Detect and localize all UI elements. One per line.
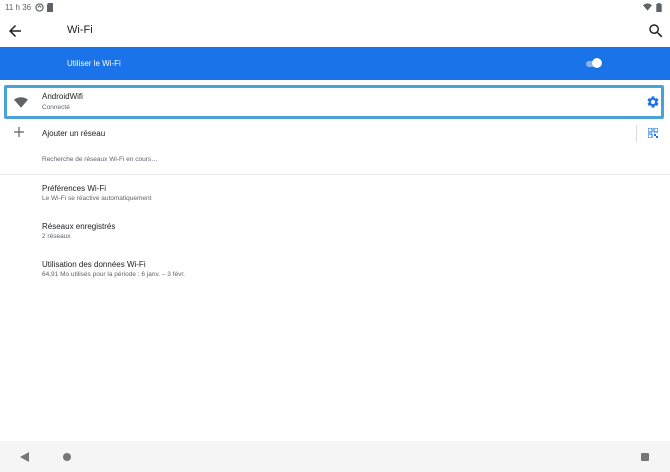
wifi-preferences-subtitle: Le Wi-Fi se réactive automatiquement (42, 195, 152, 202)
add-network-item[interactable]: Ajouter un réseau (0, 122, 670, 146)
nav-home-icon[interactable] (63, 453, 71, 461)
wifi-data-usage-subtitle: 64,91 Mo utilisés pour la période : 6 ja… (42, 271, 185, 278)
network-status: Connecté (42, 104, 70, 111)
saved-networks-title: Réseaux enregistrés (42, 222, 116, 231)
section-divider (0, 174, 670, 175)
use-wifi-label: Utiliser le Wi-Fi (67, 59, 121, 68)
nav-back-icon[interactable] (20, 452, 29, 462)
wifi-preferences-title: Préférences Wi-Fi (42, 184, 107, 193)
wifi-data-usage-title: Utilisation des données Wi-Fi (42, 260, 146, 269)
network-name: AndroidWifi (42, 92, 83, 101)
saved-networks-item[interactable]: Réseaux enregistrés 2 réseaux (0, 218, 670, 246)
wifi-status-icon (643, 3, 652, 11)
qr-divider (636, 125, 637, 142)
page-title: Wi-Fi (67, 24, 93, 36)
toggle-thumb (592, 58, 602, 68)
sd-card-icon (47, 3, 53, 12)
app-bar: Wi-Fi (0, 16, 670, 47)
back-arrow-icon[interactable] (6, 22, 24, 40)
status-time: 11 h 36 (5, 3, 32, 12)
navigation-bar (0, 441, 670, 472)
wifi-icon (14, 97, 28, 108)
add-network-label: Ajouter un réseau (42, 129, 106, 138)
scan-status: Recherche de réseaux Wi-Fi en cours… (0, 152, 670, 166)
wifi-settings-screen: 11 h 36 Wi-Fi Utiliser le Wi-Fi AndroidW… (0, 0, 670, 472)
wifi-data-usage-item[interactable]: Utilisation des données Wi-Fi 64,91 Mo u… (0, 256, 670, 284)
use-wifi-master-switch[interactable]: Utiliser le Wi-Fi (0, 47, 670, 80)
scan-status-text: Recherche de réseaux Wi-Fi en cours… (42, 156, 158, 163)
search-icon[interactable] (647, 22, 665, 40)
wifi-toggle[interactable] (585, 58, 602, 69)
nav-recents-icon[interactable] (641, 453, 649, 461)
status-bar: 11 h 36 (0, 0, 670, 16)
plus-icon (14, 127, 24, 137)
qr-code-icon[interactable] (648, 128, 658, 138)
sync-status-icon (35, 3, 44, 12)
battery-icon (656, 3, 662, 12)
connected-network-item[interactable]: AndroidWifi Connecté (4, 85, 664, 119)
gear-icon[interactable] (646, 95, 660, 109)
saved-networks-subtitle: 2 réseaux (42, 233, 71, 240)
wifi-preferences-item[interactable]: Préférences Wi-Fi Le Wi-Fi se réactive a… (0, 180, 670, 208)
